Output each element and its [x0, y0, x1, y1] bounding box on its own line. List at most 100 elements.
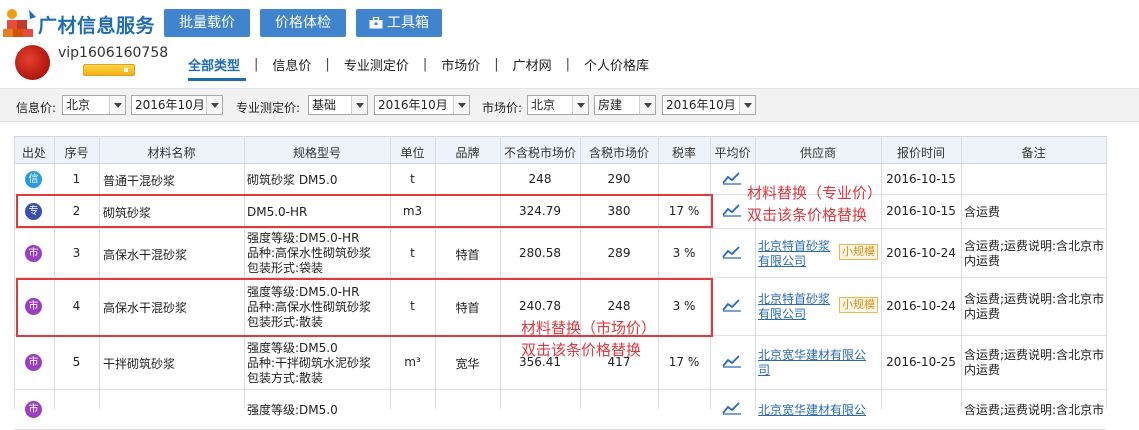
batch-price-button[interactable]: 批量载价: [164, 9, 250, 37]
row-number: 1: [72, 172, 81, 186]
source-badge: 信: [25, 171, 42, 188]
price-trend-icon[interactable]: [722, 171, 742, 185]
column-divider: [435, 136, 436, 409]
supplier-link[interactable]: 北京宽华建材有限公: [758, 403, 866, 418]
tab-all-types[interactable]: 全部类型: [188, 55, 240, 74]
tax-rate: 17 %: [668, 355, 700, 369]
market-type-select[interactable]: 房建: [594, 95, 656, 115]
supplier-link[interactable]: 北京特首砂浆 有限公司: [758, 239, 842, 269]
market-city-select[interactable]: 北京: [527, 95, 589, 115]
material-name: 高保水干混砂浆: [103, 248, 188, 262]
price-check-button[interactable]: 价格体检: [260, 9, 346, 37]
note: 含运费;运费说明:含北京市: [964, 403, 1105, 418]
spec-model-line: 强度等级:DM5.0-HR: [247, 231, 360, 245]
table-header: 出处 序号 材料名称 规格型号 单位 品牌 不含税市场价 含税市场价 税率 平均…: [14, 136, 1106, 164]
info-month-select[interactable]: 2016年10月: [131, 95, 223, 115]
market-type-value: 房建: [598, 98, 623, 112]
brand: 特首: [455, 248, 480, 262]
price-trend-icon[interactable]: [722, 203, 742, 217]
supplier-link[interactable]: 北京宽华建材有限公司: [758, 348, 866, 378]
quote-date: 2016-10-15: [886, 172, 956, 186]
material-name: 普通干混砂浆: [103, 174, 176, 188]
tab-professional-price[interactable]: 专业测定价: [344, 55, 409, 74]
supplier-link-line: 北京特首砂浆: [758, 239, 831, 253]
spec-model-line: 包装方式:散装: [247, 371, 324, 385]
filter-bar: 信息价: 北京 2016年10月 专业测定价: 基础 2016年10月 市场价:…: [0, 88, 1139, 122]
market-month-select[interactable]: 2016年10月: [662, 95, 756, 115]
chevron-down-icon: [453, 96, 469, 114]
column-divider: [580, 136, 581, 409]
column-divider: [14, 136, 15, 409]
table-row[interactable]: 信 1 普通干混砂浆 砌筑砂浆 DM5.0 t 248 290 2016-10-15: [14, 165, 1106, 195]
row-number: 5: [72, 355, 81, 369]
note-line: 内运费: [964, 363, 1001, 377]
tab-guangcai-net[interactable]: 广材网: [513, 55, 552, 74]
supplier-link-line: 有限公司: [758, 307, 807, 321]
logo-icon: [3, 9, 36, 37]
header-cell: 单位: [400, 146, 425, 160]
brand-title: 广材信息服务: [38, 15, 156, 37]
price-trend-icon[interactable]: [722, 298, 742, 312]
chevron-down-icon: [109, 96, 125, 114]
market-month-value: 2016年10月: [666, 98, 736, 112]
price-incl-tax: 289: [607, 246, 631, 260]
toolbox-label: 工具箱: [387, 15, 429, 31]
batch-price-label: 批量载价: [179, 15, 235, 31]
column-divider: [1106, 136, 1107, 409]
unit: m³: [404, 355, 421, 369]
supplier-link-line: 北京特首砂浆: [758, 292, 831, 306]
tab-personal-library[interactable]: 个人价格库: [584, 55, 649, 74]
spec-model-line: 强度等级:DM5.0: [247, 403, 338, 417]
price-trend-icon[interactable]: [722, 245, 742, 259]
spec-model-line: 强度等级:DM5.0: [247, 341, 338, 355]
column-divider: [244, 136, 245, 409]
professional-type-value: 基础: [312, 98, 337, 112]
info-city-select[interactable]: 北京: [62, 95, 126, 115]
tab-separator: |: [422, 56, 428, 72]
market-price-label: 市场价:: [482, 101, 523, 115]
quote-date: 2016-10-24: [886, 246, 956, 260]
price-trend-icon[interactable]: [722, 354, 742, 368]
header-cell: 备注: [1021, 146, 1046, 160]
header-cell: 规格型号: [292, 146, 341, 160]
highlight-box-professional: [16, 194, 713, 228]
source-badge: 市: [25, 401, 42, 418]
info-city-value: 北京: [66, 98, 91, 112]
table-row[interactable]: 市 3 高保水干混砂浆 强度等级:DM5.0-HR 品种:高保水性砌筑砂浆 包装形式:袋装…: [14, 229, 1106, 278]
brand: 宽华: [455, 357, 480, 371]
toolbox-icon: [369, 17, 383, 29]
note-line: 含运费;运费说明:含北京市: [964, 292, 1105, 306]
column-divider: [881, 136, 882, 409]
table-row[interactable]: 市 强度等级:DM5.0 北京宽华建材有限公 含运费;运费说明:含北京市: [14, 390, 1106, 430]
market-city-value: 北京: [531, 98, 556, 112]
header-cell: 含税市场价: [588, 146, 649, 160]
professional-month-select[interactable]: 2016年10月: [374, 95, 470, 115]
supplier-link[interactable]: 北京特首砂浆 有限公司: [758, 292, 842, 322]
chevron-down-icon: [572, 96, 588, 114]
professional-type-select[interactable]: 基础: [308, 95, 368, 115]
avatar[interactable]: [15, 45, 50, 80]
header-cell: 出处: [21, 146, 46, 160]
note-line: 含运费;运费说明:含北京市: [964, 403, 1105, 417]
price-trend-icon[interactable]: [722, 401, 742, 415]
tab-info-price[interactable]: 信息价: [272, 55, 311, 74]
tab-market-price[interactable]: 市场价: [441, 55, 480, 74]
type-tabs: 全部类型 | 信息价 | 专业测定价 | 市场价 | 广材网 | 个人价格库: [188, 55, 649, 74]
note: 含运费;运费说明:含北京市 内运费: [964, 239, 1104, 269]
active-tab-indicator: [188, 78, 246, 81]
quote-date: 2016-10-15: [886, 204, 956, 218]
spec-model: 强度等级:DM5.0: [247, 403, 390, 418]
header-cell: 品牌: [455, 146, 480, 160]
username: vip1606160758: [58, 45, 169, 61]
note-line: 含运费: [964, 205, 1001, 219]
toolbox-button[interactable]: 工具箱: [356, 9, 442, 37]
column-divider: [500, 136, 501, 409]
column-divider: [710, 136, 711, 409]
column-divider: [658, 136, 659, 409]
row-number: 3: [72, 246, 81, 260]
info-month-value: 2016年10月: [135, 98, 205, 112]
member-level-badge: [83, 64, 135, 76]
tab-separator: |: [565, 56, 571, 72]
quote-date: 2016-10-24: [886, 299, 956, 313]
column-divider: [755, 136, 756, 409]
